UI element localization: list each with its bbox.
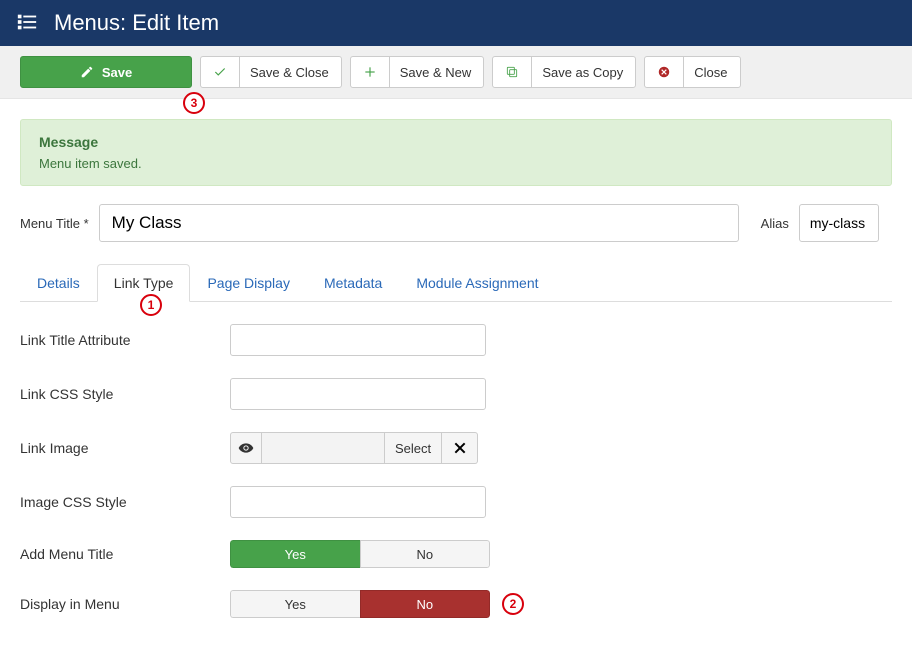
row-add-menu-title: Add Menu Title Yes No [20, 540, 892, 568]
media-clear-button[interactable] [442, 432, 478, 464]
tab-module-assignment[interactable]: Module Assignment [399, 264, 555, 302]
input-image-css-style[interactable] [230, 486, 486, 518]
media-select-button[interactable]: Select [384, 432, 442, 464]
tab-metadata[interactable]: Metadata [307, 264, 399, 302]
label-display-in-menu: Display in Menu [20, 596, 230, 612]
save-close-button[interactable]: Save & Close [200, 56, 342, 88]
tabs: Details Link Type Page Display Metadata … [20, 264, 892, 302]
save-new-label: Save & New [389, 57, 472, 87]
tab-details[interactable]: Details [20, 264, 97, 302]
label-link-css-style: Link CSS Style [20, 386, 230, 402]
annotation-1: 1 [140, 294, 162, 316]
page-title: Menus: Edit Item [54, 10, 219, 36]
content-area: Message Menu item saved. Menu Title * Al… [0, 99, 912, 660]
alias-input[interactable] [799, 204, 879, 242]
close-button[interactable]: Close [644, 56, 740, 88]
label-add-menu-title: Add Menu Title [20, 546, 230, 562]
message-box: Message Menu item saved. [20, 119, 892, 186]
message-body: Menu item saved. [39, 156, 873, 171]
toggle-display-in-menu-yes[interactable]: Yes [230, 590, 360, 618]
alias-label: Alias [761, 216, 789, 231]
row-link-title-attribute: Link Title Attribute [20, 324, 892, 356]
row-link-image: Link Image Select [20, 432, 892, 464]
toggle-add-menu-title: Yes No [230, 540, 490, 568]
preview-icon[interactable] [230, 432, 262, 464]
save-button[interactable]: Save [20, 56, 192, 88]
label-link-image: Link Image [20, 440, 230, 456]
label-link-title-attribute: Link Title Attribute [20, 332, 230, 348]
close-label: Close [683, 57, 727, 87]
save-label: Save [102, 65, 132, 80]
menu-title-label: Menu Title * [20, 216, 89, 231]
label-image-css-style: Image CSS Style [20, 494, 230, 510]
toggle-add-menu-title-no[interactable]: No [360, 540, 491, 568]
menu-title-input[interactable] [99, 204, 739, 242]
annotation-2: 2 [502, 593, 524, 615]
app-header: Menus: Edit Item [0, 0, 912, 46]
save-copy-label: Save as Copy [531, 57, 623, 87]
save-new-button[interactable]: Save & New [350, 56, 485, 88]
toggle-add-menu-title-yes[interactable]: Yes [230, 540, 360, 568]
toolbar: Save Save & Close Save & New Save as Cop… [0, 46, 912, 99]
row-link-css-style: Link CSS Style [20, 378, 892, 410]
message-title: Message [39, 134, 873, 150]
title-row: Menu Title * Alias [20, 204, 892, 242]
media-path-display [262, 432, 384, 464]
menu-list-icon [16, 11, 38, 36]
tab-page-display[interactable]: Page Display [190, 264, 307, 302]
media-selector: Select [230, 432, 478, 464]
input-link-title-attribute[interactable] [230, 324, 486, 356]
annotation-3: 3 [183, 92, 205, 114]
row-display-in-menu: Display in Menu Yes No 2 [20, 590, 892, 618]
input-link-css-style[interactable] [230, 378, 486, 410]
toggle-display-in-menu: Yes No [230, 590, 490, 618]
toggle-display-in-menu-no[interactable]: No [360, 590, 491, 618]
row-image-css-style: Image CSS Style [20, 486, 892, 518]
save-close-label: Save & Close [239, 57, 329, 87]
save-copy-button[interactable]: Save as Copy [492, 56, 636, 88]
